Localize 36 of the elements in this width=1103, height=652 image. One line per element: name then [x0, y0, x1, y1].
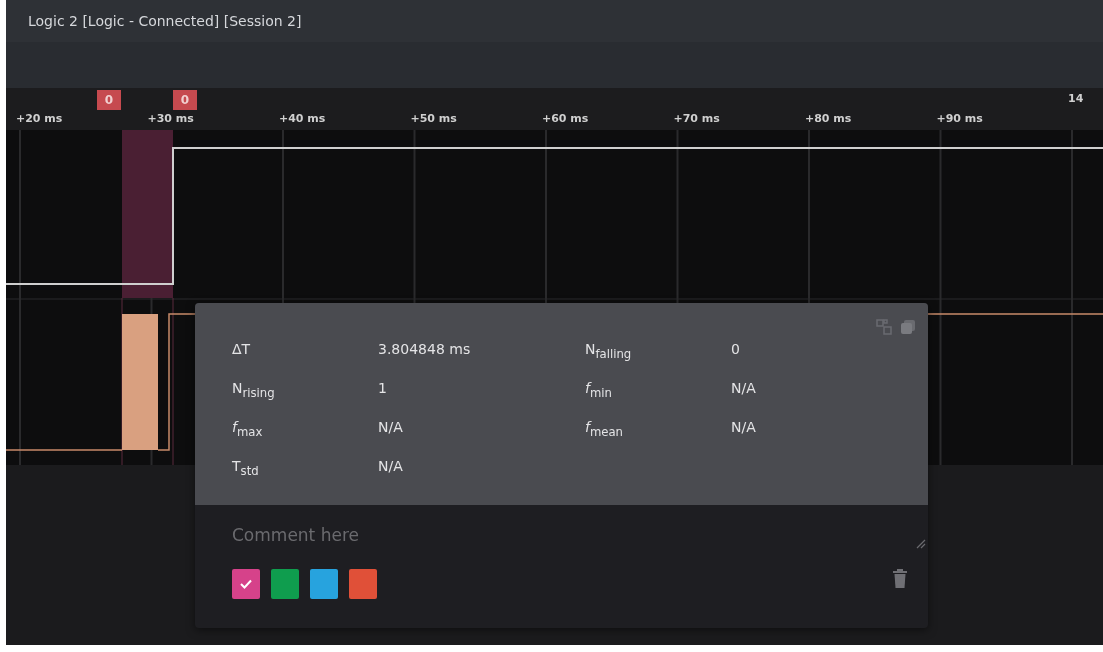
time-label: +70 ms — [673, 112, 720, 125]
measurement-value: 3.804848 ms — [378, 341, 471, 357]
measurement-label: N$_{falling}$ — [585, 341, 632, 361]
measurement-value: 1 — [378, 380, 387, 396]
window-title: Logic 2 [Logic - Connected] [Session 2] — [28, 13, 302, 29]
comment-field[interactable]: Comment here — [232, 525, 872, 545]
resize-grip-icon[interactable] — [916, 539, 926, 549]
measurement-label: f$_{min}$ — [585, 380, 612, 400]
color-swatch[interactable] — [232, 569, 260, 599]
measurement-value: N/A — [731, 380, 756, 396]
copy-icon[interactable] — [900, 319, 916, 335]
time-label: +90 ms — [936, 112, 983, 125]
delete-icon[interactable] — [892, 569, 908, 589]
color-swatch[interactable] — [349, 569, 377, 599]
measurement-label: T$_{std}$ — [232, 458, 259, 478]
measurement-label: ΔT — [232, 341, 251, 357]
grid-icon[interactable] — [876, 319, 892, 335]
measurement-value: N/A — [731, 419, 756, 435]
time-label: 14 — [1068, 92, 1084, 105]
measurement-label: f$_{mean}$ — [585, 419, 623, 439]
time-label: +30 ms — [147, 112, 194, 125]
measurement-value: N/A — [378, 458, 403, 474]
check-icon — [240, 579, 252, 589]
time-label: +20 ms — [16, 112, 63, 125]
measurement-value: 0 — [731, 341, 740, 357]
time-label: +50 ms — [410, 112, 457, 125]
time-label: +60 ms — [542, 112, 589, 125]
color-swatch[interactable] — [271, 569, 299, 599]
timing-marker[interactable]: 0 — [173, 90, 197, 110]
time-label: +40 ms — [279, 112, 326, 125]
time-label: +80 ms — [805, 112, 852, 125]
measurement-label: N$_{rising}$ — [232, 380, 275, 400]
color-swatch[interactable] — [310, 569, 338, 599]
measurement-value: N/A — [378, 419, 403, 435]
timing-marker[interactable]: 0 — [97, 90, 121, 110]
measurement-label: f$_{max}$ — [232, 419, 263, 439]
